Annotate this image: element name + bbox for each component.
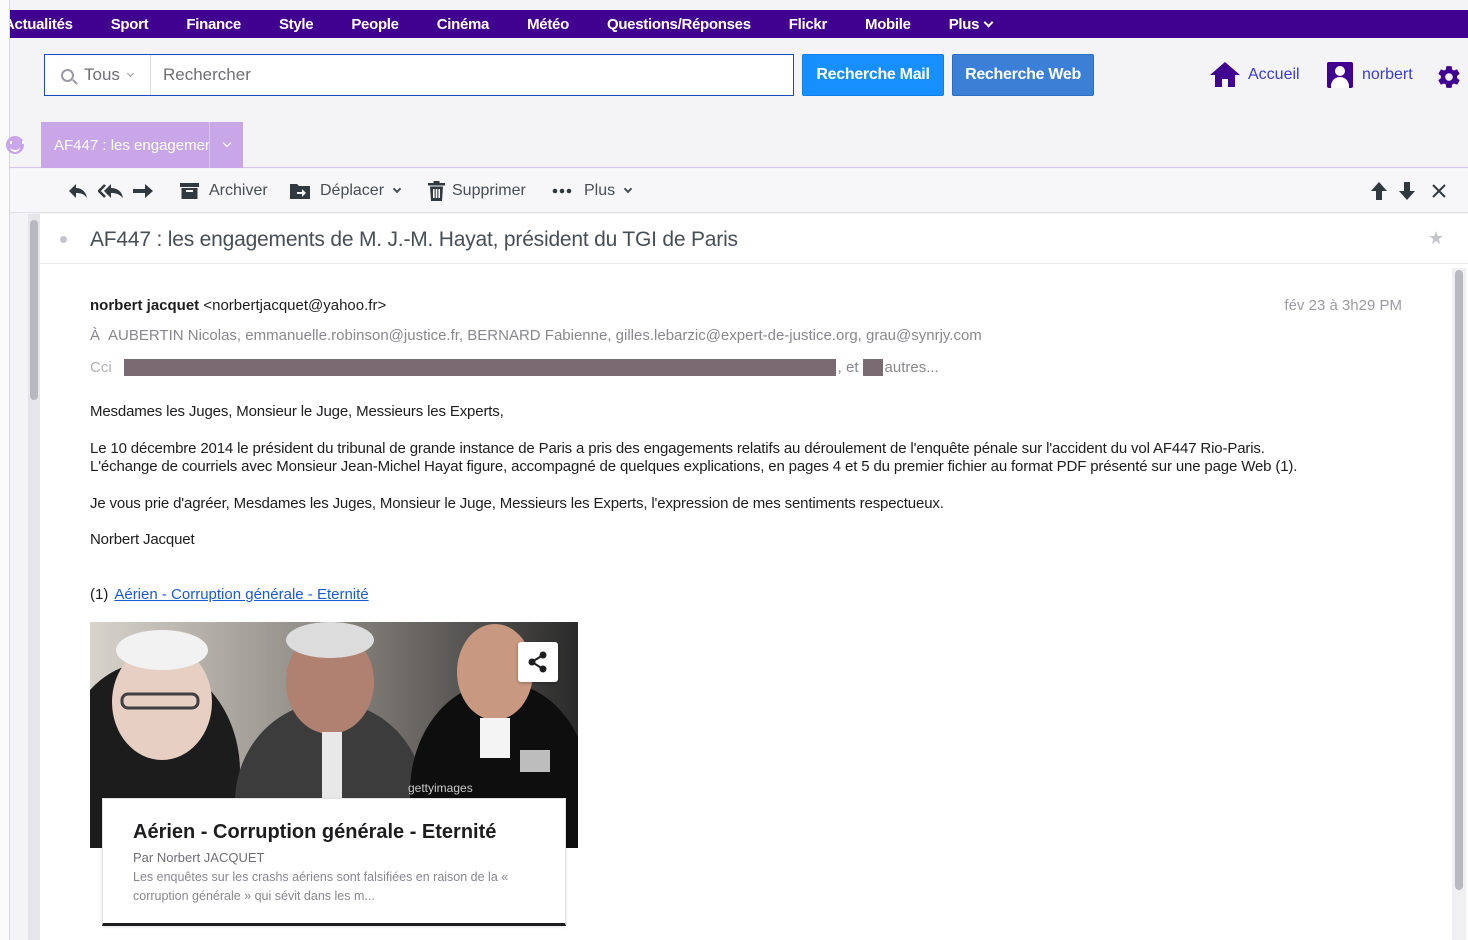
body-line: Je vous prie d'agréer, Mesdames les Juge… [90,495,944,512]
bcc-row: Cci , et autres... [90,359,939,376]
star-icon[interactable]: ★ [1428,228,1444,249]
chevron-down-icon [126,69,134,77]
forward-button[interactable] [132,169,154,213]
chevron-down-icon [222,138,231,148]
archive-button[interactable]: Archiver [180,169,268,213]
recipients: À AUBERTIN Nicolas, emmanuelle.robinson@j… [90,327,982,344]
nav-item-sport[interactable]: Sport [111,16,149,33]
reference-link[interactable]: Aérien - Corruption générale - Eternité [114,586,368,603]
search-web-button[interactable]: Recherche Web [952,54,1094,96]
subject-bar: AF447 : les engagements de M. J.-M. Haya… [40,214,1468,264]
reply-button[interactable] [68,169,88,213]
move-label: Déplacer [320,182,385,199]
message-scrollbar[interactable] [1452,268,1466,940]
home-label: Accueil [1248,66,1300,83]
top-navigation: Actualités Sport Finance Style People Ci… [10,10,1468,38]
search-icon [61,68,74,82]
sender[interactable]: norbert jacquet <norbertjacquet@yahoo.fr… [90,297,386,314]
conversation-scrollbar[interactable] [28,214,40,940]
chevron-down-icon [983,17,994,27]
getty-watermark: gettyimages [408,781,473,795]
reference-prefix: (1) [90,586,109,603]
nav-item-style[interactable]: Style [279,16,314,33]
reference-line: (1) Aérien - Corruption générale - Eterni… [90,586,369,603]
delete-label: Supprimer [452,182,526,199]
conversation-scrollbar-thumb[interactable] [30,220,38,400]
next-message-button[interactable] [1398,169,1416,213]
close-icon [1432,184,1446,198]
unread-dot [60,236,67,243]
nav-plus-label: Plus [948,15,980,33]
trash-icon [428,181,445,201]
arrow-down-icon [1399,182,1415,200]
to-prefix: À [90,327,101,344]
smiley-icon[interactable] [6,136,24,154]
home-icon [1210,62,1240,88]
body-line: L'échange de courriels avec Monsieur Jea… [90,458,1298,475]
nav-item-meteo[interactable]: Météo [527,16,569,33]
nav-item-questions-reponses[interactable]: Questions/Réponses [607,16,751,33]
preview-description: Les enquêtes sur les crashs aériens sont… [133,870,509,903]
more-button[interactable]: Plus [552,169,633,213]
sender-name: norbert jacquet [90,297,200,314]
share-button[interactable] [518,642,558,682]
sender-email: <norbertjacquet@yahoo.fr> [203,297,387,314]
message-toolbar: Archiver Déplacer Supprimer Plus [10,169,1468,213]
home-link[interactable]: Accueil [1210,62,1300,88]
archive-label: Archiver [209,182,268,199]
search-mail-button[interactable]: Recherche Mail [802,54,944,96]
nav-item-people[interactable]: People [351,16,399,33]
search-input[interactable] [151,55,793,95]
search-box: Tous [44,54,794,96]
preview-author: Par Norbert JACQUET [133,850,265,865]
delete-button[interactable]: Supprimer [428,169,526,213]
redacted-block [123,359,836,376]
gear-icon[interactable] [1436,64,1462,90]
tab-label: AF447 : les engagements de M. J.-M. Haya… [54,136,209,154]
reply-all-button[interactable] [98,169,124,213]
chevron-down-icon [623,184,633,194]
message-scrollbar-thumb[interactable] [1455,270,1463,890]
nav-item-cinema[interactable]: Cinéma [437,16,490,33]
share-icon [528,651,547,673]
arrow-up-icon [1371,182,1387,200]
nav-item-plus[interactable]: Plus [948,15,994,33]
reply-all-icon [98,184,123,198]
message-date: fév 23 à 3h29 PM [1284,297,1402,314]
more-dots-icon [552,188,572,194]
forward-icon [133,184,153,198]
user-icon [1327,62,1353,88]
previous-message-button[interactable] [1370,169,1388,213]
search-header: Tous Recherche Mail Recherche Web Accuei… [10,38,1468,122]
body-line: Mesdames les Juges, Monsieur le Juge, Me… [90,403,504,420]
nav-item-flickr[interactable]: Flickr [789,16,828,33]
close-button[interactable] [1432,169,1446,213]
bcc-more-link[interactable]: autres... [885,359,939,376]
archive-icon [180,183,199,199]
bcc-prefix: Cci [90,359,112,376]
tab-bar: AF447 : les engagements de M. J.-M. Haya… [6,122,1468,168]
nav-item-actualites[interactable]: Actualités [10,16,73,33]
bcc-et: , et [837,359,859,376]
link-preview-card[interactable]: Aérien - Corruption générale - Eternité … [102,798,566,926]
tab-message[interactable]: AF447 : les engagements de M. J.-M. Haya… [41,122,243,168]
search-scope-dropdown[interactable]: Tous [45,55,151,95]
signature: Norbert Jacquet [90,531,195,548]
message-subject: AF447 : les engagements de M. J.-M. Haya… [90,228,738,251]
move-button[interactable]: Déplacer [290,169,402,213]
chevron-down-icon [392,184,402,194]
tab-dropdown[interactable] [209,122,243,168]
to-list[interactable]: AUBERTIN Nicolas, emmanuelle.robinson@ju… [108,327,982,344]
body-line: Le 10 décembre 2014 le président du trib… [90,440,1265,457]
user-label: norbert [1362,66,1413,83]
nav-item-mobile[interactable]: Mobile [865,16,911,33]
preview-title[interactable]: Aérien - Corruption générale - Eternité [133,821,496,844]
nav-item-finance[interactable]: Finance [186,16,241,33]
redacted-count [862,359,883,376]
move-icon [290,184,310,199]
search-scope-label: Tous [84,65,120,84]
reply-icon [69,184,87,198]
more-label: Plus [584,182,616,199]
user-menu[interactable]: norbert [1327,62,1413,88]
